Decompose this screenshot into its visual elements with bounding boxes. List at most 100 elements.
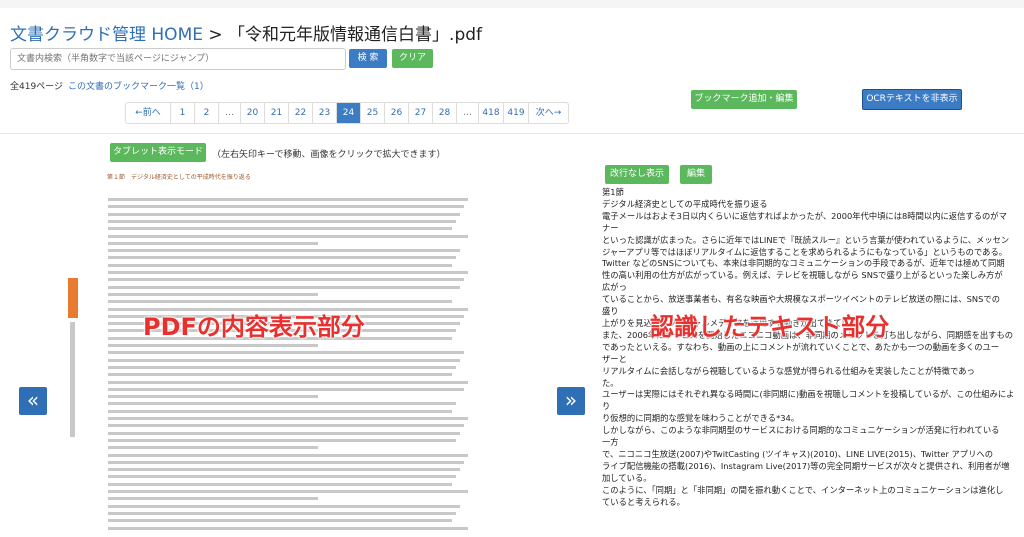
top-bar [0,0,1024,8]
bookmark-list-link[interactable]: この文書のブックマーク一覧（1） [68,79,209,92]
ocr-text-line: このように、「同期」と「非同期」の間を振れ動くことで、インターネット上のコミュニ… [602,484,1004,495]
ocr-text-line: 電子メールはおよそ3日以内くらいに返信すればよかったが、2000年代中頃には8時… [602,210,1007,221]
pdf-text-line [108,271,468,274]
pdf-page-image[interactable]: 第１節 デジタル経済史としての平成時代を振り返る [100,168,552,537]
page-link-27[interactable]: 27 [408,103,432,123]
add-bookmark-button[interactable]: ブックマーク追加・編集 [691,90,797,109]
breadcrumb-separator: > [202,25,229,45]
pdf-text-line [108,358,460,362]
clear-button[interactable]: クリア [392,49,433,68]
page-link-2[interactable]: 2 [194,103,218,123]
home-link[interactable]: 文書クラウド管理 HOME [10,25,203,45]
pdf-text-line [108,511,456,515]
pdf-text-line [108,344,318,347]
pdf-page-heading: 第１節 デジタル経済史としての平成時代を振り返る [107,174,251,181]
ocr-text-line: で、ニコニコ生放送(2007)やTwitCasting (ツイキャス)(2010… [602,448,993,459]
pdf-text-line [108,249,460,253]
pdf-text-line [108,365,456,369]
document-title: 「令和元年版情報通信白書」.pdf [228,25,483,45]
ocr-text-line: しかしながら、このような非同期型のサービスにおける同期的なコミュニケーションが活… [602,425,1000,436]
pdf-text-line [108,468,460,472]
ocr-text-line: 加している。 [602,472,652,483]
page-link-28[interactable]: 28 [432,103,456,123]
next-page-icon[interactable]: » [557,387,585,415]
next-page-link[interactable]: 次へ→ [528,103,568,123]
ocr-text-line: ザーと [602,353,627,364]
page-link-26[interactable]: 26 [384,103,408,123]
tablet-mode-button[interactable]: タブレット表示モード [110,143,206,162]
pdf-text-line [108,438,456,442]
ocr-area-label: 認識したテキスト部分 [650,313,890,341]
pagination-ellipsis: … [456,103,478,123]
no-linebreak-button[interactable]: 改行なし表示 [605,165,669,184]
ocr-text-line: り仮想的に同期的な感覚を味わうことができる*34。 [602,413,800,424]
ocr-text-line: ていることから、放送事業者も、有名な映画や大規模なスポーツイベントのテレビ放送の… [602,294,1000,305]
page-link-24[interactable]: 24 [336,103,360,123]
ocr-text-line: 性の高い利用の仕方が広がっている。例えば、テレビを視聴しながら SNSで盛り上が… [602,270,1003,281]
pagination: ←前へ 1 2… 20 21 22 23 24 25 26 27 28… 418 419 次へ→ [125,102,569,124]
hide-ocr-button[interactable]: OCRテキストを非表示 [862,89,962,110]
ocr-text-line: 第1節 [602,187,624,197]
ocr-text-line: ライブ配信機能の搭載(2016)、Instagram Live(2017)等の完… [602,460,1010,471]
pdf-text-line [108,409,452,413]
pdf-text-line [108,387,464,391]
page-link-20[interactable]: 20 [240,103,264,123]
pdf-text-line [108,431,460,435]
pdf-text-line [108,373,452,377]
pdf-area-label: PDFの内容表示部分 [143,313,365,341]
pdf-text-line [108,519,452,523]
page-link-25[interactable]: 25 [360,103,384,123]
pdf-text-line [108,300,452,304]
ocr-text-line: といった認識が広まった。さらに近年ではLINEで『既読スルー』という言葉が使われ… [602,234,1010,245]
search-button[interactable]: 検 索 [349,49,387,68]
divider [0,133,1024,134]
search-input[interactable] [10,48,346,70]
pdf-text-line [108,351,464,355]
pdf-text-line [108,490,468,493]
pdf-text-line [108,417,468,420]
pdf-text-line [108,482,452,486]
ocr-text-line: た。 [602,377,619,388]
ocr-text-line: ユーザーは実際にはそれぞれ異なる時間に(非同期に)動画を視聴しコメントを投稿して… [602,389,1015,400]
pdf-text-line [108,292,318,296]
pdf-side-caption [70,322,75,437]
pdf-text-line [108,453,468,457]
page-count: 全419ページ [10,82,63,92]
pdf-text-line [108,278,464,282]
pdf-text-line [108,256,456,260]
ocr-text-line: デジタル経済史としての平成時代を振り返る [602,198,768,209]
pagination-ellipsis: … [218,103,240,123]
pdf-text-line [108,234,468,238]
ocr-text-panel: 第1節 デジタル経済史としての平成時代を振り返る 電子メールはおよそ3日以内くらいに… [602,187,1015,508]
prev-page-icon[interactable]: « [19,387,47,415]
ocr-text-line: 一方 [602,437,619,448]
page-link-23[interactable]: 23 [312,103,336,123]
pdf-text-line [108,395,318,399]
ocr-text-line: 広がっ [602,282,627,293]
ocr-text-line: であったといえる。すなわち、動画の上にコメントが流れていくことで、あたかも一つの… [602,341,1000,352]
page-link-1[interactable]: 1 [170,103,194,123]
pdf-text-line [108,198,468,201]
page-link-21[interactable]: 21 [264,103,288,123]
pdf-text-line [108,380,468,384]
pdf-chapter-tab [68,278,78,318]
ocr-text-line: ナー [602,222,619,233]
page-link-418[interactable]: 418 [478,103,503,123]
ocr-text-line: り [602,401,611,412]
page-link-419[interactable]: 419 [503,103,528,123]
pdf-text-line [108,227,452,231]
pdf-text-line [108,212,460,216]
ocr-text-line: ジャーアプリ等ではほぼリアルタイムに返信することを求められるようにもなっている」… [602,246,1008,257]
pdf-text-line [108,446,318,450]
pdf-text-line [108,402,456,406]
pdf-text-line [108,424,464,428]
ocr-text-line: Twitter などのSNSについても、本来は非同期的なコミュニケーションの手段… [602,258,1005,269]
page-link-22[interactable]: 22 [288,103,312,123]
pdf-text-line [108,526,468,530]
prev-page-link[interactable]: ←前へ [126,103,170,123]
pdf-text-line [108,475,456,479]
edit-button[interactable]: 編集 [680,165,712,184]
pdf-text-line [108,263,452,267]
pdf-text-line [108,205,464,209]
pdf-text-line [108,285,460,289]
